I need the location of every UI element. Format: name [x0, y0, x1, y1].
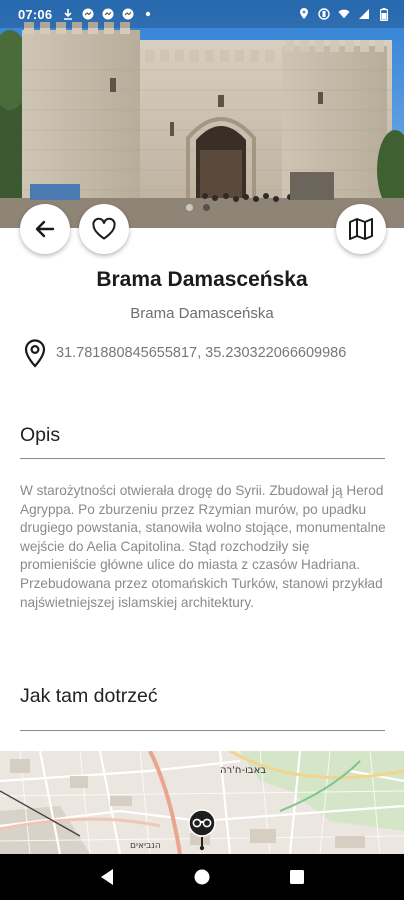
notification-icons — [62, 8, 154, 20]
nav-recents-icon — [289, 870, 304, 884]
carousel-dot[interactable] — [186, 204, 193, 211]
place-subtitle: Brama Damasceńska — [130, 305, 274, 322]
directions-heading: Jak tam dotrzeć — [20, 685, 158, 707]
nav-home-button[interactable] — [187, 862, 217, 892]
description-text: W starożytności otwierała drogę do Syrii… — [20, 483, 386, 610]
favorite-button[interactable] — [79, 204, 129, 254]
directions-map[interactable]: באבו-ח'רה הנביאים — [0, 751, 404, 854]
damascus-gate-photo — [0, 0, 404, 228]
description-heading: Opis — [20, 424, 61, 446]
dot-icon — [142, 8, 154, 20]
hero-image[interactable] — [0, 0, 404, 228]
system-icons — [298, 7, 390, 21]
nav-back-button[interactable] — [92, 862, 122, 892]
messenger-icon — [122, 8, 134, 20]
messenger-icon — [82, 8, 94, 20]
divider — [20, 458, 385, 459]
back-button[interactable] — [20, 204, 70, 254]
vibrate-icon — [318, 8, 330, 20]
carousel-indicator — [186, 204, 210, 211]
status-bar: 07:06 — [0, 0, 404, 28]
download-icon — [62, 8, 74, 20]
wifi-icon — [338, 8, 350, 20]
status-time: 07:06 — [18, 6, 53, 22]
nav-recents-button[interactable] — [282, 862, 312, 892]
map-street-label-2: הנביאים — [130, 841, 161, 851]
map-icon — [349, 218, 373, 240]
nav-home-icon — [194, 869, 210, 885]
map-tiles: באבו-ח'רה הנביאים — [0, 751, 404, 854]
heart-outline-icon — [92, 217, 116, 240]
battery-icon — [378, 7, 390, 21]
arrow-back-icon — [35, 220, 55, 238]
show-map-button[interactable] — [336, 204, 386, 254]
coordinates-row: 31.781880845655817, 35.230322066609986 — [22, 338, 346, 368]
system-nav-bar — [0, 854, 404, 900]
location-icon — [298, 8, 310, 20]
coordinates-text[interactable]: 31.781880845655817, 35.230322066609986 — [56, 345, 346, 361]
place-title: Brama Damasceńska — [96, 268, 308, 291]
messenger-icon — [102, 8, 114, 20]
signal-icon — [358, 8, 370, 20]
map-street-label: באבו-ח'רה — [220, 765, 266, 776]
carousel-dot-active[interactable] — [203, 204, 210, 211]
location-pin-icon — [22, 338, 48, 368]
nav-back-icon — [101, 869, 114, 885]
divider — [20, 730, 385, 731]
